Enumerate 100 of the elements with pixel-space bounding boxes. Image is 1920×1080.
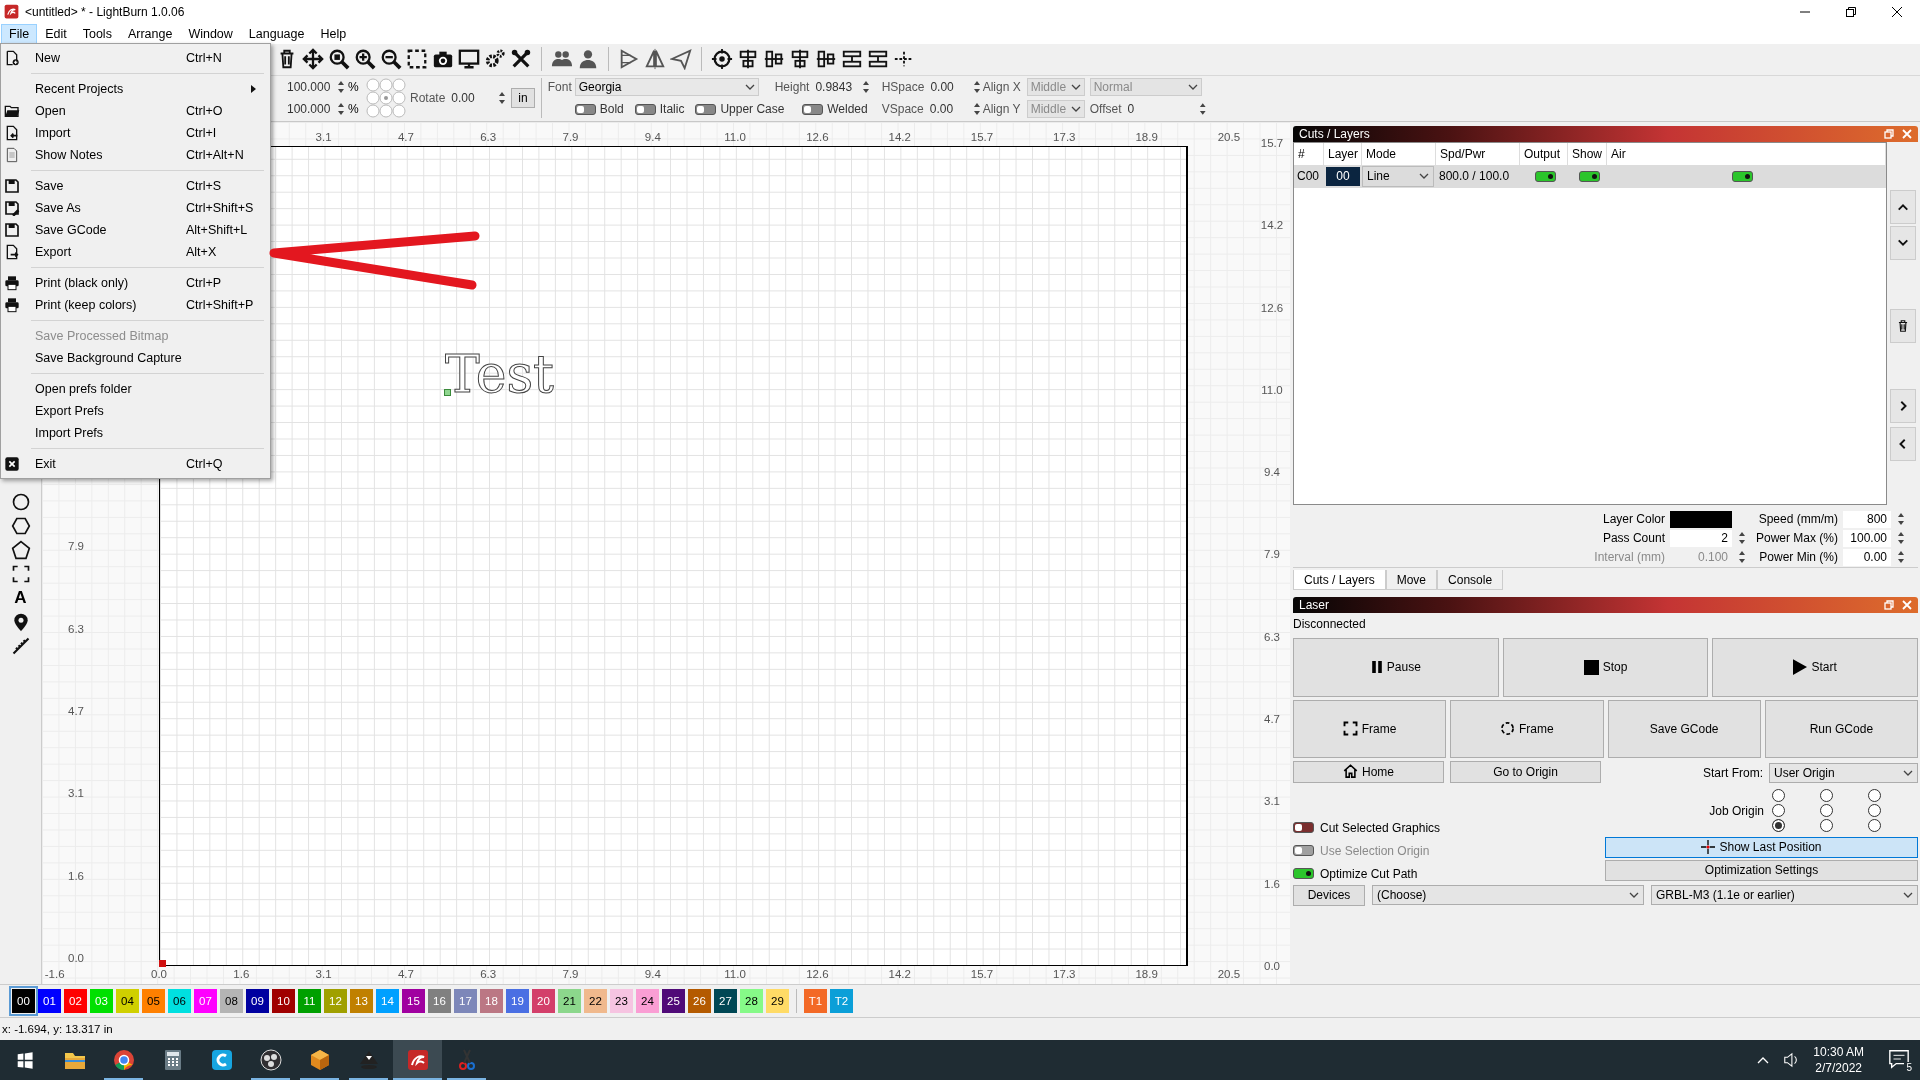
color-swatch[interactable]: 16 [428, 989, 451, 1014]
color-swatch[interactable]: 10 [272, 989, 295, 1014]
width-field[interactable]: 100.000 [284, 79, 336, 96]
run-gcode-button[interactable]: Run GCode [1764, 699, 1918, 758]
frame-button[interactable]: Frame [1293, 699, 1447, 758]
menu-item[interactable]: Recent Projects [1, 78, 270, 100]
pentagon-tool-icon[interactable] [10, 539, 31, 560]
windows-logo-icon[interactable] [16, 1051, 34, 1069]
menu-item[interactable]: Import Prefs [1, 422, 270, 444]
output-toggle[interactable] [1535, 170, 1556, 182]
device-dropdown[interactable]: (Choose) [1372, 884, 1644, 905]
color-swatch[interactable]: 00 [12, 989, 35, 1014]
color-swatch[interactable]: 26 [688, 989, 711, 1014]
pass-count-field[interactable]: 2 [1670, 529, 1732, 547]
controller-dropdown[interactable]: GRBL-M3 (1.1e or earlier) [1651, 884, 1918, 905]
layer-row[interactable]: C00 00 Line 800.0 / 100.0 [1294, 164, 1886, 188]
move-up-button[interactable] [1889, 189, 1916, 224]
toggle-switch[interactable] [574, 103, 596, 115]
color-swatch[interactable] [1670, 510, 1732, 528]
toggle-switch[interactable] [1293, 822, 1314, 834]
color-swatch[interactable]: 28 [740, 989, 763, 1014]
font-dropdown[interactable]: Georgia [574, 78, 759, 97]
menu-item[interactable]: File [1, 23, 38, 44]
color-swatch[interactable]: 23 [610, 989, 633, 1014]
menu-item[interactable]: Print (keep colors) Ctrl+Shift+P [1, 294, 270, 316]
float-icon[interactable] [1884, 599, 1894, 610]
radio-button[interactable] [1772, 819, 1785, 833]
zoom-out-icon[interactable] [380, 48, 402, 71]
float-icon[interactable] [1884, 128, 1894, 139]
clock-time[interactable]: 10:30 AM [1813, 1044, 1864, 1060]
offset-field[interactable]: 0 [1124, 101, 1196, 118]
selection-handle[interactable] [444, 388, 451, 396]
menu-item[interactable]: Save Ctrl+S [1, 175, 270, 197]
speaker-icon[interactable] [1783, 1052, 1800, 1068]
radio-button[interactable] [1772, 804, 1785, 818]
units-button[interactable]: in [511, 88, 535, 109]
color-swatch[interactable]: 01 [38, 989, 61, 1014]
taskbar-button[interactable] [393, 1040, 442, 1080]
hspace-field[interactable]: 0.00 [927, 79, 970, 96]
radio-button[interactable] [1868, 819, 1881, 833]
vspace-field[interactable]: 0.00 [926, 101, 969, 118]
start-from-dropdown[interactable]: User Origin [1769, 762, 1918, 783]
close-icon[interactable] [1892, 7, 1902, 17]
color-swatch[interactable]: 22 [584, 989, 607, 1014]
pause-button[interactable]: Pause [1293, 637, 1499, 697]
menu-item[interactable]: Save As Ctrl+Shift+S [1, 197, 270, 219]
toggle-switch[interactable] [802, 103, 824, 115]
chevron-up-icon[interactable] [1757, 1055, 1770, 1065]
toggle-switch[interactable] [634, 103, 656, 115]
color-swatch[interactable]: 05 [142, 989, 165, 1014]
person-icon[interactable] [577, 48, 599, 71]
color-swatch[interactable]: 06 [168, 989, 191, 1014]
menu-item[interactable]: Show Notes Ctrl+Alt+N [1, 144, 270, 166]
power-min-field[interactable]: 0.00 [1843, 548, 1891, 566]
color-swatch[interactable]: 24 [636, 989, 659, 1014]
target-icon[interactable] [711, 48, 733, 71]
show-last-position-button[interactable]: Show Last Position [1605, 836, 1918, 858]
notification-icon[interactable] [1888, 1048, 1910, 1070]
paper-plane-icon[interactable] [670, 48, 692, 71]
polygon-tool-icon[interactable] [10, 515, 31, 536]
text-object[interactable]: Test [445, 347, 554, 400]
rotate-field[interactable]: 0.00 [448, 90, 495, 107]
menu-item[interactable]: Exit Ctrl+Q [1, 453, 270, 475]
go-to-origin-button[interactable]: Go to Origin [1450, 760, 1601, 783]
menu-item[interactable]: Open Ctrl+O [1, 100, 270, 122]
home-button[interactable]: Home [1293, 760, 1444, 783]
menu-item[interactable]: Tools [74, 23, 120, 44]
devices-button[interactable]: Devices [1293, 884, 1365, 906]
menu-item[interactable]: Open prefs folder [1, 378, 270, 400]
power-max-field[interactable]: 100.00 [1843, 529, 1891, 547]
radio-button[interactable] [1820, 804, 1833, 818]
align-icon[interactable] [789, 48, 811, 71]
radio-button[interactable] [1868, 789, 1881, 803]
save-gcode-button[interactable]: Save GCode [1607, 699, 1761, 758]
menu-item[interactable]: New Ctrl+N [1, 47, 270, 69]
stop-button[interactable]: Stop [1502, 637, 1709, 697]
radio-button[interactable] [1772, 789, 1785, 803]
color-swatch[interactable]: 29 [766, 989, 789, 1014]
toggle-switch[interactable] [695, 103, 717, 115]
menu-item[interactable]: Edit [37, 23, 75, 44]
speed-field[interactable]: 800 [1843, 510, 1891, 528]
height-field[interactable]: 100.000 [284, 101, 336, 118]
show-toggle[interactable] [1578, 170, 1600, 182]
panel-tab[interactable]: Move [1385, 569, 1438, 590]
clock-date[interactable]: 2/7/2022 [1815, 1060, 1862, 1076]
menu-item[interactable]: Window [180, 23, 241, 44]
menu-item[interactable]: Save Background Capture [1, 347, 270, 369]
menu-item[interactable]: Print (black only) Ctrl+P [1, 272, 270, 294]
optimization-settings-button[interactable]: Optimization Settings [1605, 859, 1918, 881]
panel-tab[interactable]: Console [1437, 569, 1504, 590]
move-down-button[interactable] [1889, 225, 1916, 260]
menu-item[interactable]: Export Alt+X [1, 241, 270, 263]
corner-frame-icon[interactable] [10, 563, 31, 584]
mode-dropdown[interactable]: Line [1362, 165, 1434, 187]
color-swatch[interactable]: 20 [532, 989, 555, 1014]
radio-button[interactable] [1868, 804, 1881, 818]
menu-item[interactable]: Import Ctrl+I [1, 122, 270, 144]
triangle-icon[interactable] [618, 48, 640, 71]
menu-item[interactable]: Language [240, 23, 313, 44]
text-height-field[interactable]: 0.9843 [812, 79, 859, 96]
